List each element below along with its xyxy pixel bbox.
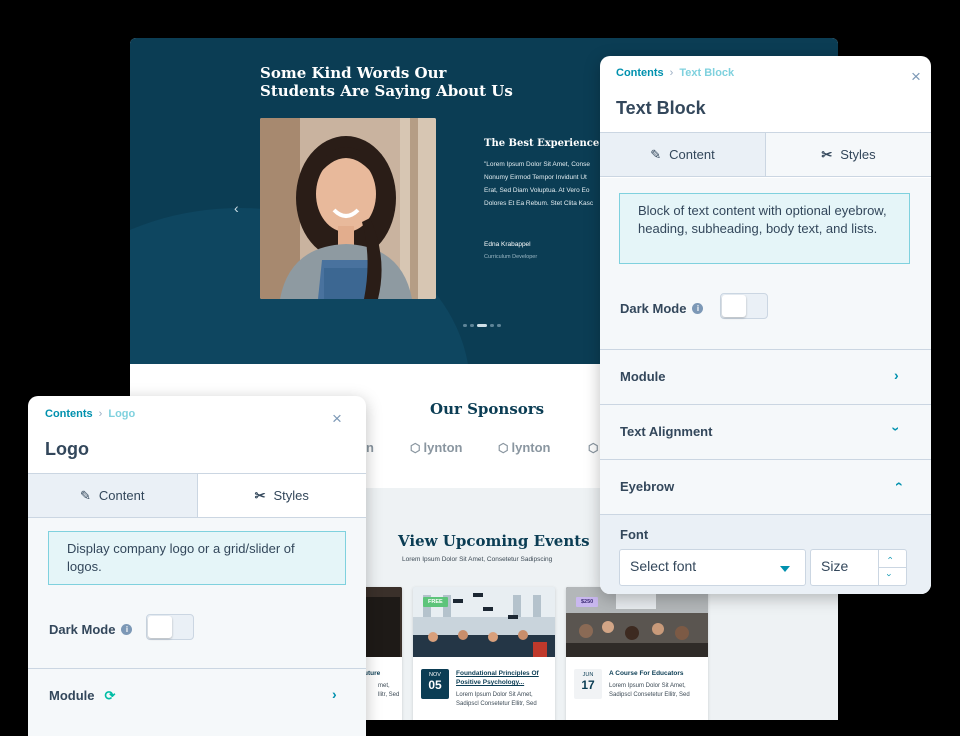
quote-line: "Lorem Ipsum Dolor Sit Amet, Conse: [484, 161, 590, 168]
chevron-right-icon: ›: [332, 686, 337, 702]
quote-title: The Best Experience...: [484, 138, 610, 149]
event-price-badge: $250: [576, 597, 599, 607]
module-description: Display company logo or a grid/slider of…: [48, 531, 346, 585]
dark-mode-label: Dark Mode: [620, 301, 687, 316]
event-price-badge: FREE: [423, 597, 448, 607]
toggle-knob: [148, 616, 172, 638]
chevron-down-icon: ›: [888, 426, 905, 432]
event-title[interactable]: uture: [364, 669, 402, 678]
panel-body: Block of text content with optional eyeb…: [600, 178, 931, 594]
tab-bar: ✎ Content ✂ Styles: [28, 473, 366, 518]
chevron-down-icon[interactable]: ›: [885, 574, 895, 577]
sponsors-heading: Our Sponsors: [430, 400, 545, 418]
font-select[interactable]: Select font: [619, 549, 806, 586]
section-title: Text Alignment: [620, 424, 713, 439]
tab-bar: ✎ Content ✂ Styles: [600, 132, 931, 177]
carousel-prev-arrow-icon[interactable]: ‹: [234, 200, 239, 216]
events-subheading: Lorem Ipsum Dolor Sit Amet, Consetetur S…: [402, 556, 553, 563]
info-icon[interactable]: i: [121, 624, 133, 635]
breadcrumb: Contents › Text Block: [616, 67, 734, 79]
caret-down-icon: [780, 566, 790, 572]
dark-mode-toggle[interactable]: [720, 293, 768, 319]
event-date: NOV 05: [421, 669, 449, 699]
pencil-icon: ✎: [650, 146, 662, 162]
section-title: Module ⟳: [49, 688, 116, 703]
carousel-dot[interactable]: [470, 324, 474, 327]
tab-content[interactable]: ✎ Content: [28, 474, 198, 517]
brush-ruler-icon: ✂: [821, 146, 833, 162]
brush-ruler-icon: ✂: [254, 487, 266, 503]
hexagon-icon: ⬡: [588, 441, 599, 455]
event-description: Lorem Ipsum Dolor Sit Amet, Sadipscl Con…: [609, 683, 690, 698]
panel-body: Display company logo or a grid/slider of…: [28, 518, 366, 736]
quote-line: Dolores Et Ea Rebum. Stet Clita Kasc: [484, 200, 594, 207]
hexagon-icon: ⬡: [410, 441, 421, 455]
logo-panel: Contents › Logo × Logo ✎ Content ✂ Styles Di…: [28, 396, 366, 736]
carousel-dot-active[interactable]: [477, 324, 487, 327]
event-date: JUN 17: [574, 669, 602, 699]
carousel-dot[interactable]: [497, 324, 501, 327]
tab-styles[interactable]: ✂ Styles: [766, 133, 931, 176]
quote-line: Nonumy Eirmod Tempor Invidunt Ut: [484, 174, 587, 181]
panel-title: Text Block: [616, 98, 706, 118]
toggle-knob: [722, 295, 746, 317]
font-size-input[interactable]: Size › ›: [810, 549, 907, 586]
breadcrumb: Contents › Logo: [45, 408, 135, 420]
breadcrumb-current: Logo: [108, 408, 136, 420]
dark-mode-row: Dark Mode i: [620, 301, 704, 316]
eyebrow-section[interactable]: Eyebrow ›: [600, 459, 931, 514]
info-icon[interactable]: i: [692, 303, 704, 314]
panel-title: Logo: [45, 439, 89, 459]
font-label: Font: [620, 527, 649, 542]
quote-line: Erat, Sed Diam Voluptua. At Vero Eo: [484, 187, 590, 194]
breadcrumb-root-link[interactable]: Contents: [616, 67, 664, 79]
dark-mode-row: Dark Mode i: [49, 622, 133, 637]
event-card[interactable]: $250 JUN 17 A Course For Educators Lorem…: [566, 587, 708, 720]
event-title[interactable]: Foundational Principles Of Positive Psyc…: [456, 669, 550, 687]
sponsor-logo: ⬡ lynton: [410, 440, 463, 455]
hexagon-icon: ⬡: [498, 441, 509, 455]
event-description: Lorem Ipsum Dolor Sit Amet, Sadipscl Con…: [456, 692, 537, 707]
quote-author-name: Edna Krabappel: [484, 241, 531, 248]
chevron-up-icon: ›: [889, 481, 906, 487]
breadcrumb-separator-icon: ›: [98, 408, 103, 420]
close-icon[interactable]: ×: [332, 409, 342, 429]
dark-mode-toggle[interactable]: [146, 614, 194, 640]
events-heading: View Upcoming Events: [398, 532, 590, 550]
event-description: met, llitr, Sed: [378, 683, 400, 698]
text-alignment-section[interactable]: Text Alignment ›: [600, 404, 931, 459]
quote-body: "Lorem Ipsum Dolor Sit Amet, Conse Nonum…: [484, 158, 614, 210]
chevron-right-icon: ›: [894, 367, 899, 383]
event-day: 05: [428, 678, 442, 692]
breadcrumb-current: Text Block: [679, 67, 735, 79]
event-title[interactable]: A Course For Educators: [609, 669, 703, 678]
module-section[interactable]: Module ⟳ ›: [28, 668, 366, 736]
module-description: Block of text content with optional eyeb…: [619, 193, 910, 264]
tab-styles[interactable]: ✂ Styles: [197, 474, 366, 517]
section-title: Module: [620, 369, 666, 384]
carousel-dot[interactable]: [490, 324, 494, 327]
event-day: 17: [581, 678, 595, 692]
text-block-panel: Contents › Text Block × Text Block ✎ Conten…: [600, 56, 931, 594]
section-title: Eyebrow: [620, 479, 675, 494]
tab-content[interactable]: ✎ Content: [600, 133, 766, 176]
carousel-dot[interactable]: [463, 324, 467, 327]
size-stepper[interactable]: › ›: [878, 550, 907, 585]
carousel-dots[interactable]: [463, 324, 501, 327]
chevron-up-icon[interactable]: ›: [885, 557, 895, 560]
eyebrow-font-settings: Font Select font Size › ›: [600, 514, 931, 594]
sponsor-logo: ⬡ lynton: [498, 440, 551, 455]
breadcrumb-separator-icon: ›: [669, 67, 674, 79]
event-card[interactable]: FREE NOV 05 Foundational Principles Of P…: [413, 587, 555, 720]
dark-mode-label: Dark Mode: [49, 622, 116, 637]
module-section[interactable]: Module ›: [600, 349, 931, 404]
quote-author-role: Curriculum Developer: [484, 254, 538, 260]
testimonial-heading: Some Kind Words Our Students Are Saying …: [260, 64, 513, 100]
breadcrumb-root-link[interactable]: Contents: [45, 408, 93, 420]
close-icon[interactable]: ×: [911, 67, 921, 87]
refresh-icon: ⟳: [104, 688, 116, 703]
pencil-icon: ✎: [80, 487, 91, 503]
student-photo: [260, 118, 436, 299]
